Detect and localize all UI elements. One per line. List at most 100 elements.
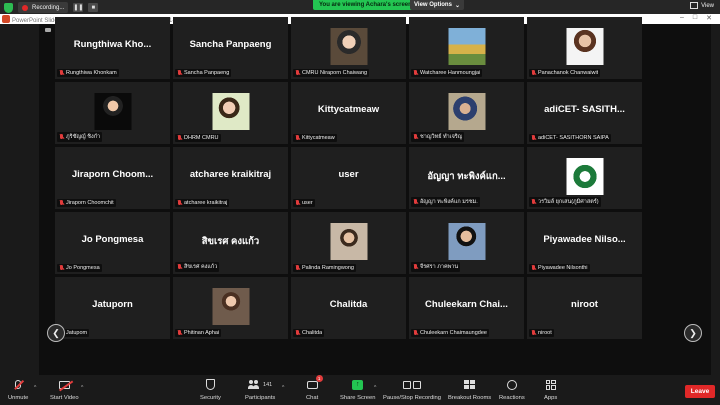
participant-video-thumbnail bbox=[448, 223, 485, 260]
stop-recording-icon[interactable]: ■ bbox=[88, 3, 99, 12]
participant-name: Chalitda bbox=[302, 330, 323, 336]
participant-name-label: Chalitda bbox=[293, 329, 325, 337]
minimize-icon[interactable]: – bbox=[680, 14, 684, 22]
video-options-caret-icon[interactable]: ^ bbox=[81, 385, 83, 391]
mic-muted-icon bbox=[177, 135, 182, 141]
participant-name-label: ชาญวิทย์ ทำเจริญ bbox=[411, 132, 465, 142]
participant-display-name: Sancha Panpaeng bbox=[189, 39, 272, 50]
powerpoint-icon bbox=[2, 15, 10, 23]
participant-name-label: niroot bbox=[529, 329, 554, 337]
share-options-caret-icon[interactable]: ^ bbox=[374, 385, 376, 391]
close-icon[interactable]: ✕ bbox=[706, 14, 712, 22]
mic-muted-icon bbox=[177, 330, 182, 336]
participant-tile[interactable]: Chuleekarn Chai... Chuleekarn Chaimaungde… bbox=[409, 277, 524, 339]
participant-tile[interactable]: จีรศรา ภาคพาน bbox=[409, 212, 524, 274]
participant-display-name: Chuleekarn Chai... bbox=[425, 299, 508, 310]
apps-button[interactable]: Apps bbox=[544, 378, 557, 401]
participant-name-label: atcharee kraikitraj bbox=[175, 199, 230, 207]
participant-tile[interactable]: atcharee kraikitraj atcharee kraikitraj bbox=[173, 147, 288, 209]
next-page-button[interactable]: ❯ bbox=[684, 324, 702, 342]
participant-tile[interactable]: Palinda Ramingwong bbox=[291, 212, 406, 274]
view-label: View bbox=[701, 2, 714, 9]
encryption-shield-icon[interactable] bbox=[4, 2, 13, 13]
participant-name: Palinda Ramingwong bbox=[302, 265, 354, 271]
participant-video-thumbnail bbox=[448, 28, 485, 65]
participant-tile[interactable]: Jiraporn Choom... Jiraporn Choomchit bbox=[55, 147, 170, 209]
mic-muted-icon bbox=[177, 200, 182, 206]
participant-display-name: Rungthiwa Kho... bbox=[73, 39, 152, 50]
participants-caret-icon[interactable]: ^ bbox=[282, 385, 284, 391]
participant-tile[interactable]: Panachanok Chanwaiwit bbox=[527, 17, 642, 79]
chat-button[interactable]: 1 Chat bbox=[306, 375, 323, 401]
participant-tile[interactable]: อัญญา ทะพิงค์แก... อัญญา ทะพิงค์แก มรชม. bbox=[409, 147, 524, 209]
unmute-label: Unmute bbox=[8, 395, 29, 401]
mic-muted-icon bbox=[413, 134, 418, 140]
participant-tile[interactable]: DHRM CMRU bbox=[173, 82, 288, 144]
previous-page-button[interactable]: ❮ bbox=[47, 324, 65, 342]
pause-icon bbox=[403, 380, 411, 389]
participant-tile[interactable]: niroot niroot bbox=[527, 277, 642, 339]
start-video-label: Start Video bbox=[50, 395, 79, 401]
participant-tile[interactable]: Kittycatmeaw Kittycatmeaw bbox=[291, 82, 406, 144]
reactions-button[interactable]: Reactions bbox=[499, 378, 525, 401]
start-video-button[interactable]: Start Video bbox=[50, 378, 79, 401]
security-button[interactable]: Security bbox=[200, 378, 221, 401]
participant-video-thumbnail bbox=[330, 223, 367, 260]
participant-video-thumbnail bbox=[566, 158, 603, 195]
participant-name: Rungthiwa Khonkam bbox=[66, 70, 117, 76]
participant-name-label: adiCET- SASITHORN SAIPA bbox=[529, 134, 611, 142]
participant-tile[interactable]: user user bbox=[291, 147, 406, 209]
participant-tile[interactable]: Sancha Panpaeng Sancha Panpaeng bbox=[173, 17, 288, 79]
participant-tile[interactable]: Chalitda Chalitda bbox=[291, 277, 406, 339]
participant-tile[interactable]: Phitinan Aphai bbox=[173, 277, 288, 339]
audio-options-caret-icon[interactable]: ^ bbox=[34, 385, 36, 391]
participant-name-label: สิขเรศ คงแก้ว bbox=[175, 262, 220, 272]
mic-muted-icon bbox=[531, 265, 536, 271]
participant-tile[interactable]: ภูริชัญญ์ ชิงกำ bbox=[55, 82, 170, 144]
mic-muted-icon bbox=[59, 200, 64, 206]
participant-tile[interactable]: Rungthiwa Kho... Rungthiwa Khonkam bbox=[55, 17, 170, 79]
participant-tile[interactable]: Watcharee Hanmoungjai bbox=[409, 17, 524, 79]
view-grid-icon bbox=[690, 2, 699, 9]
view-options-button[interactable]: View Options ⌄ bbox=[410, 0, 464, 10]
participants-icon bbox=[248, 380, 260, 389]
minimize-panel-icon[interactable] bbox=[45, 28, 51, 32]
apps-label: Apps bbox=[544, 395, 558, 401]
unmute-button[interactable]: Unmute bbox=[8, 378, 28, 401]
mic-muted-icon bbox=[177, 70, 182, 76]
security-shield-icon bbox=[205, 379, 215, 390]
participant-tile[interactable]: วรวิมล์ ยุกเสน(ภูมิศาสตร์) bbox=[527, 147, 642, 209]
participant-video-thumbnail bbox=[94, 93, 131, 130]
participant-name-label: DHRM CMRU bbox=[175, 134, 221, 142]
leave-button[interactable]: Leave bbox=[685, 385, 715, 398]
camera-off-icon bbox=[58, 380, 70, 389]
participant-tile[interactable]: adiCET- SASITH... adiCET- SASITHORN SAIPA bbox=[527, 82, 642, 144]
share-screen-button[interactable]: ↑ Share Screen bbox=[340, 378, 375, 401]
participant-name-label: Kittycatmeaw bbox=[293, 134, 337, 142]
breakout-rooms-button[interactable]: Breakout Rooms bbox=[448, 378, 491, 401]
participant-name-label: Watcharee Hanmoungjai bbox=[411, 69, 483, 77]
share-screen-label: Share Screen bbox=[340, 395, 376, 401]
pause-recording-icon[interactable]: ❚❚ bbox=[73, 3, 83, 12]
participant-tile[interactable]: สิขเรศ คงแก้ว สิขเรศ คงแก้ว bbox=[173, 212, 288, 274]
share-top-bar: Recording... ❚❚ ■ You are viewing Achara… bbox=[0, 0, 720, 14]
participants-button[interactable]: 141 Participants bbox=[245, 378, 275, 401]
meeting-toolbar: Unmute ^ Start Video ^ Security 141 Part… bbox=[0, 375, 720, 405]
mic-muted-icon bbox=[295, 135, 300, 141]
view-button[interactable]: View bbox=[690, 2, 714, 9]
mic-muted-icon bbox=[295, 70, 300, 76]
participant-name: Panachanok Chanwaiwit bbox=[538, 70, 599, 76]
participant-display-name: adiCET- SASITH... bbox=[544, 104, 625, 115]
participant-tile[interactable]: Jatuporn Jatupom bbox=[55, 277, 170, 339]
participant-tile[interactable]: CMRU Niraporn Chaiwang bbox=[291, 17, 406, 79]
mic-muted-icon bbox=[413, 70, 418, 76]
pause-stop-recording-button[interactable]: Pause/Stop Recording bbox=[383, 378, 441, 401]
participant-tile[interactable]: Jo Pongmesa Jo Pongmesa bbox=[55, 212, 170, 274]
participant-tile[interactable]: ชาญวิทย์ ทำเจริญ bbox=[409, 82, 524, 144]
window-controls: – □ ✕ bbox=[680, 14, 712, 22]
maximize-icon[interactable]: □ bbox=[693, 14, 697, 22]
participant-name: atcharee kraikitraj bbox=[184, 200, 228, 206]
chat-bubble-icon bbox=[306, 380, 318, 389]
participant-tile[interactable]: Piyawadee Nilso... Piyawadee Nilsonthi bbox=[527, 212, 642, 274]
participant-name: adiCET- SASITHORN SAIPA bbox=[538, 135, 609, 141]
